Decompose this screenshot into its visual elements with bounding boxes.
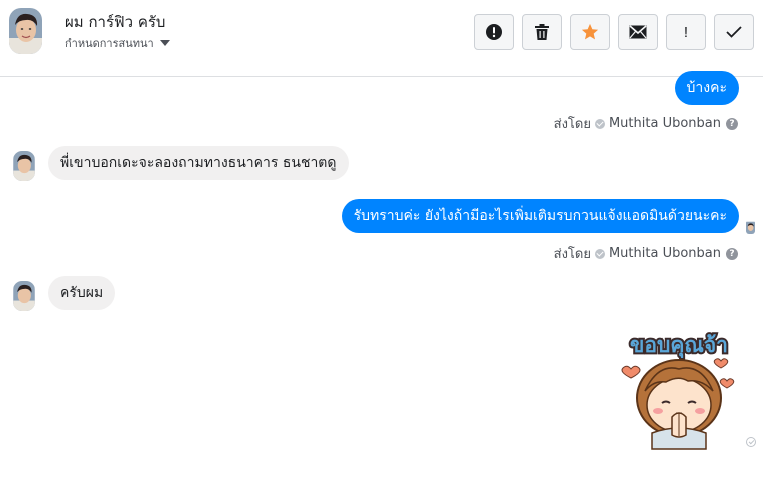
star-icon <box>581 23 599 40</box>
exclamation-circle-icon <box>486 24 502 40</box>
message-text: บ้างคะ <box>686 80 727 96</box>
outgoing-message[interactable]: รับทราบค่ะ ยังไงถ้ามีอะไรเพิ่มเติมรบกวนแ… <box>341 199 739 233</box>
verified-check-icon <box>594 248 605 259</box>
trash-icon <box>535 24 549 40</box>
exclamation-icon: ! <box>683 23 689 41</box>
contact-avatar-small[interactable] <box>13 281 35 311</box>
verified-check-icon <box>594 118 605 129</box>
contact-avatar-small[interactable] <box>13 151 35 181</box>
follow-up-button[interactable]: ! <box>666 14 706 50</box>
message-text: รับทราบค่ะ ยังไงถ้ามีอะไรเพิ่มเติมรบกวนแ… <box>353 208 727 224</box>
conversation-toolbar: ! <box>474 14 754 50</box>
envelope-icon <box>629 25 647 39</box>
sticker-caption: ขอบคุณจ้า <box>630 333 728 359</box>
checkmark-icon <box>726 26 742 38</box>
delete-button[interactable] <box>522 14 562 50</box>
seen-check-icon <box>746 437 756 447</box>
thank-you-sticker[interactable]: ขอบคุณจ้า ขอบคุณจ้า <box>618 325 740 453</box>
sent-by-name[interactable]: Muthita Ubonban <box>609 246 721 261</box>
conversation-status-dropdown[interactable]: กำหนดการสนทนา <box>65 34 170 52</box>
sent-by-label: ส่งโดย <box>553 247 591 262</box>
caret-down-icon <box>159 40 170 46</box>
message-text: ครับผม <box>60 285 104 301</box>
incoming-message[interactable]: พี่เขาบอกเดะจะลองถามทางธนาคาร ธนชาตดู <box>48 146 349 180</box>
conversation-status-label: กำหนดการสนทนา <box>65 37 154 50</box>
sent-by-info: ส่งโดย Muthita Ubonban ? <box>554 113 738 134</box>
sent-by-info: ส่งโดย Muthita Ubonban ? <box>554 243 738 264</box>
incoming-message[interactable]: ครับผม <box>48 276 116 310</box>
sent-by-name[interactable]: Muthita Ubonban <box>609 116 721 131</box>
message-text: พี่เขาบอกเดะจะลองถามทางธนาคาร ธนชาตดู <box>60 155 337 171</box>
sent-by-label: ส่งโดย <box>553 117 591 132</box>
star-button[interactable] <box>570 14 610 50</box>
mark-spam-button[interactable] <box>474 14 514 50</box>
mark-done-button[interactable] <box>714 14 754 50</box>
outgoing-message[interactable]: บ้างคะ <box>674 71 739 105</box>
seen-avatar <box>746 220 755 234</box>
help-icon[interactable]: ? <box>726 247 738 260</box>
contact-name: ผม การ์ฟิว ครับ <box>65 13 166 31</box>
contact-avatar[interactable] <box>9 8 42 54</box>
mark-unread-button[interactable] <box>618 14 658 50</box>
conversation-header: ผม การ์ฟิว ครับ กำหนดการสนทนา ! <box>0 0 763 77</box>
help-icon[interactable]: ? <box>726 117 738 130</box>
